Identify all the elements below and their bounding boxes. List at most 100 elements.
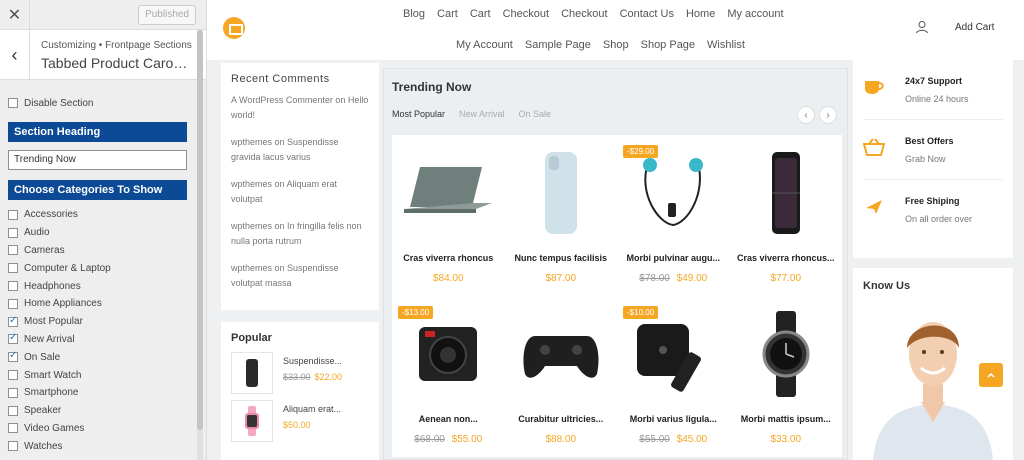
gamepad-icon[interactable]: [513, 310, 609, 398]
category-option[interactable]: Watches: [8, 437, 187, 455]
product-card[interactable]: Cras viverra rhoncus $84.00: [392, 135, 505, 296]
category-checkbox[interactable]: [8, 245, 18, 256]
product-card[interactable]: Nunc tempus facilisis $87.00: [505, 135, 618, 296]
category-option[interactable]: On Sale: [8, 348, 187, 366]
category-checkbox[interactable]: [8, 298, 18, 309]
nav-link[interactable]: My Account: [450, 39, 519, 51]
category-checkbox[interactable]: [8, 209, 18, 220]
category-option[interactable]: Cameras: [8, 242, 187, 260]
scrollbar-thumb[interactable]: [197, 30, 203, 430]
tab-new-arrival[interactable]: New Arrival: [459, 109, 505, 119]
category-option[interactable]: Audio: [8, 224, 187, 242]
category-checkbox[interactable]: [8, 263, 18, 274]
nav-link[interactable]: Sample Page: [519, 39, 597, 51]
category-checkbox[interactable]: [8, 350, 18, 363]
camera-icon[interactable]: [400, 310, 496, 398]
tab-on-sale[interactable]: On Sale: [519, 109, 552, 119]
nav-link[interactable]: My account: [721, 8, 789, 20]
product-name[interactable]: Cras viverra rhoncus...: [734, 253, 839, 263]
comment-link[interactable]: wpthemes on Suspendisse volutpat massa: [231, 261, 369, 291]
know-us-title: Know Us: [863, 280, 911, 292]
user-icon[interactable]: [915, 20, 929, 34]
nav-link[interactable]: Shop: [597, 39, 635, 51]
tab-most-popular[interactable]: Most Popular: [392, 109, 445, 119]
popular-item[interactable]: Aliquam erat... $50.00: [231, 400, 369, 442]
disable-section-checkbox[interactable]: [8, 98, 18, 108]
product-card[interactable]: -$10.00 Morbi varius ligula... $55.00 $45.…: [617, 296, 730, 457]
flip-phone-icon[interactable]: [738, 149, 834, 237]
disable-section-control[interactable]: Disable Section: [8, 94, 187, 112]
category-option[interactable]: Most Popular: [8, 313, 187, 331]
nav-link[interactable]: Cart: [431, 8, 464, 20]
product-name[interactable]: Nunc tempus facilisis: [509, 253, 614, 263]
popular-title: Popular: [231, 332, 272, 344]
primary-nav-row-2: My Account Sample Page Shop Shop Page Wishli…: [450, 39, 751, 51]
section-title: Tabbed Product Carou...: [41, 55, 191, 71]
popular-item-name[interactable]: Aliquam erat...: [283, 404, 341, 414]
category-option[interactable]: Smartphone: [8, 384, 187, 402]
category-checkbox[interactable]: [8, 370, 18, 381]
product-card[interactable]: Curabitur ultricies... $88.00: [505, 296, 618, 457]
category-checkbox[interactable]: [8, 441, 18, 452]
product-card[interactable]: -$29.00 Morbi pulvinar augu... $78.00 $49.…: [617, 135, 730, 296]
customizer-scrollbar[interactable]: [197, 30, 203, 460]
nav-link[interactable]: Shop Page: [635, 39, 701, 51]
basket-icon: [863, 138, 885, 156]
category-checkbox[interactable]: [8, 227, 18, 238]
category-option[interactable]: New Arrival: [8, 331, 187, 349]
nav-link[interactable]: Contact Us: [614, 8, 680, 20]
back-to-top-button[interactable]: [979, 363, 1003, 387]
publish-button[interactable]: Published: [138, 5, 196, 25]
category-option[interactable]: Smart Watch: [8, 366, 187, 384]
category-checkbox[interactable]: [8, 332, 18, 345]
product-name[interactable]: Cras viverra rhoncus: [396, 253, 501, 263]
laptop-icon[interactable]: [400, 149, 496, 237]
popular-item-name[interactable]: Suspendisse...: [283, 356, 342, 366]
nav-link[interactable]: Checkout: [555, 8, 613, 20]
product-name[interactable]: Morbi pulvinar augu...: [621, 253, 726, 263]
tv-box-icon[interactable]: [625, 310, 721, 398]
nav-link[interactable]: Wishlist: [701, 39, 751, 51]
nav-link[interactable]: Cart: [464, 8, 497, 20]
product-name[interactable]: Aenean non...: [396, 414, 501, 424]
back-button[interactable]: ‹: [0, 30, 30, 80]
comment-link[interactable]: A WordPress Commenter on Hello world!: [231, 93, 369, 123]
carousel-prev-button[interactable]: ‹: [797, 106, 815, 124]
product-name[interactable]: Curabitur ultricies...: [509, 414, 614, 424]
nav-link[interactable]: Blog: [397, 8, 431, 20]
current-price: $84.00: [432, 273, 464, 284]
watch-icon[interactable]: [738, 310, 834, 398]
carousel-next-button[interactable]: ›: [819, 106, 837, 124]
category-option[interactable]: Video Games: [8, 420, 187, 438]
comment-link[interactable]: wpthemes on Suspendisse gravida lacus va…: [231, 135, 369, 165]
category-label: Video Games: [24, 422, 85, 434]
category-option[interactable]: Home Appliances: [8, 295, 187, 313]
category-option[interactable]: Headphones: [8, 277, 187, 295]
category-checkbox[interactable]: [8, 281, 18, 292]
nav-link[interactable]: Home: [680, 8, 721, 20]
add-cart-link[interactable]: Add Cart: [955, 22, 994, 33]
comment-link[interactable]: wpthemes on Aliquam erat volutpat: [231, 177, 369, 207]
category-option[interactable]: Accessories: [8, 206, 187, 224]
category-checkbox[interactable]: [8, 423, 18, 434]
comment-link[interactable]: wpthemes on In fringilla felis non nulla…: [231, 219, 369, 249]
category-checkbox[interactable]: [8, 315, 18, 327]
close-button[interactable]: ✕: [0, 0, 30, 30]
nav-link[interactable]: Checkout: [497, 8, 555, 20]
product-name[interactable]: Morbi varius ligula...: [621, 414, 726, 424]
category-option[interactable]: Computer & Laptop: [8, 259, 187, 277]
discount-badge: -$10.00: [623, 306, 659, 319]
logo-icon[interactable]: [223, 17, 245, 39]
product-price: $68.00 $55.00: [392, 434, 505, 445]
phone-icon[interactable]: [513, 149, 609, 237]
popular-item[interactable]: Suspendisse... $33.00 $22.00: [231, 352, 369, 394]
product-card[interactable]: Cras viverra rhoncus... $77.00: [730, 135, 843, 296]
section-heading-input[interactable]: Trending Now: [8, 150, 187, 170]
product-name[interactable]: Morbi mattis ipsum...: [734, 414, 839, 424]
category-checkbox[interactable]: [8, 387, 18, 398]
product-card[interactable]: Morbi mattis ipsum... $33.00: [730, 296, 843, 457]
earphones-icon[interactable]: [625, 149, 721, 237]
product-card[interactable]: -$13.00 Aenean non... $68.00 $55.00: [392, 296, 505, 457]
category-option[interactable]: Speaker: [8, 402, 187, 420]
category-checkbox[interactable]: [8, 405, 18, 416]
